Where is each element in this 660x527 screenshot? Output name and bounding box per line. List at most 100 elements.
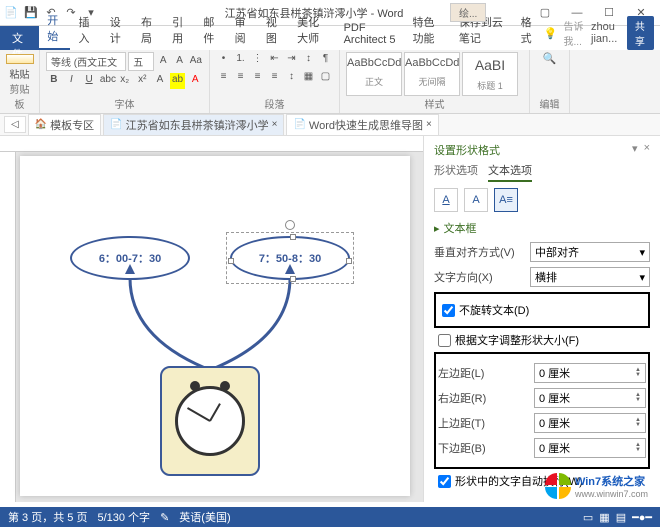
tell-me-input[interactable]: 告诉我... [564, 18, 586, 48]
tab-format[interactable]: 格式 [513, 10, 544, 50]
change-case-icon[interactable]: Aa [189, 54, 203, 70]
style-normal[interactable]: AaBbCcDd正文 [346, 52, 402, 96]
spinner-icon: ▲▼ [635, 443, 641, 453]
shape-oval-2-selected[interactable]: 7：50-8：30 [230, 236, 350, 280]
group-styles: AaBbCcDd正文 AaBbCcDd无间隔 AaBI标题 1 样式 [340, 50, 530, 113]
chevron-down-icon: ▾ [639, 246, 645, 259]
horizontal-ruler[interactable] [0, 136, 423, 152]
shape-oval-1[interactable]: 6：00-7：30 [70, 236, 190, 280]
margin-right-input[interactable]: 0 厘米▲▼ [534, 388, 646, 408]
font-name-select[interactable]: 等线 (西文正文 [46, 52, 126, 71]
resize-handle[interactable] [346, 258, 352, 264]
section-textbox[interactable]: ▸ 文本框 [434, 220, 650, 236]
share-button[interactable]: 共享 [627, 16, 654, 50]
text-effects-pane-icon[interactable]: A [464, 188, 488, 212]
tab-references[interactable]: 引用 [164, 10, 195, 50]
status-spellcheck-icon[interactable]: ✎ [160, 511, 169, 524]
strike-icon[interactable]: abc [99, 73, 115, 89]
tab-insert[interactable]: 插入 [70, 10, 101, 50]
tab-special[interactable]: 特色功能 [404, 10, 450, 50]
tab-review[interactable]: 审阅 [227, 10, 258, 50]
numbering-icon[interactable]: 1. [233, 52, 248, 68]
valign-select[interactable]: 中部对齐▾ [530, 242, 650, 262]
pane-close-icon[interactable]: × [644, 142, 650, 158]
margin-bottom-input[interactable]: 0 厘米▲▼ [534, 438, 646, 458]
tab-home[interactable]: 开始 [39, 8, 70, 50]
styles-label: 样式 [346, 96, 523, 111]
font-size-select[interactable]: 五 [128, 52, 154, 71]
margin-top-input[interactable]: 0 厘米▲▼ [534, 413, 646, 433]
justify-icon[interactable]: ≡ [267, 70, 282, 86]
doc-tab-2[interactable]: 📄 Word快速生成思维导图 × [286, 114, 438, 136]
tab-design[interactable]: 设计 [102, 10, 133, 50]
paste-button[interactable]: 粘贴 [6, 66, 33, 81]
resize-handle[interactable] [290, 276, 296, 282]
grow-font-icon[interactable]: A [156, 54, 170, 70]
view-web-icon[interactable]: ▤ [616, 511, 626, 524]
nav-back-icon[interactable]: ◁ [4, 116, 26, 133]
status-words[interactable]: 5/130 个字 [97, 509, 150, 525]
status-language[interactable]: 英语(美国) [179, 509, 230, 525]
line-spacing-icon[interactable]: ↕ [284, 70, 299, 86]
shading-icon[interactable]: ▦ [301, 70, 316, 86]
checkbox-autofit[interactable] [438, 334, 451, 347]
indent-inc-icon[interactable]: ⇥ [284, 52, 299, 68]
style-heading1[interactable]: AaBI标题 1 [462, 52, 518, 96]
tab-mailings[interactable]: 邮件 [195, 10, 226, 50]
style-nospacing[interactable]: AaBbCcDd无间隔 [404, 52, 460, 96]
text-fill-outline-icon[interactable]: A [434, 188, 458, 212]
doc-tab-1[interactable]: 📄 江苏省如东县栟茶镇浒澪小学 × [103, 114, 284, 136]
textbox-options-icon[interactable]: A≡ [494, 188, 518, 212]
bold-icon[interactable]: B [46, 73, 62, 89]
shape-clock-box[interactable] [160, 366, 260, 476]
font-color-icon[interactable]: A [187, 73, 203, 89]
view-print-icon[interactable]: ▦ [599, 511, 609, 524]
zoom-slider[interactable]: ━●━ [632, 511, 652, 524]
margin-left-input[interactable]: 0 厘米▲▼ [534, 363, 646, 383]
indent-dec-icon[interactable]: ⇤ [267, 52, 282, 68]
shrink-font-icon[interactable]: A [172, 54, 186, 70]
borders-icon[interactable]: ▢ [318, 70, 333, 86]
document-page[interactable]: 6：00-7：30 7：50-8：30 [20, 156, 410, 496]
tab-layout[interactable]: 布局 [133, 10, 164, 50]
user-name[interactable]: zhou jian... [591, 21, 621, 45]
multilevel-icon[interactable]: ⋮ [250, 52, 265, 68]
view-read-icon[interactable]: ▭ [583, 511, 593, 524]
checkbox-no-rotate[interactable] [442, 304, 455, 317]
status-page[interactable]: 第 3 页，共 5 页 [8, 509, 87, 525]
subtab-shape-options[interactable]: 形状选项 [434, 162, 478, 182]
italic-icon[interactable]: I [64, 73, 80, 89]
tab-view[interactable]: 视图 [258, 10, 289, 50]
document-area[interactable]: 6：00-7：30 7：50-8：30 [0, 136, 423, 502]
word-app-icon[interactable]: 📄 [4, 6, 18, 20]
oval1-text: 6：00-7：30 [99, 250, 161, 266]
tell-me-icon[interactable]: 💡 [544, 27, 558, 40]
highlight-icon[interactable]: ab [170, 73, 186, 89]
subscript-icon[interactable]: x₂ [117, 73, 133, 89]
sort-icon[interactable]: ↕ [301, 52, 316, 68]
superscript-icon[interactable]: x² [135, 73, 151, 89]
checkbox-wrap[interactable] [438, 475, 451, 488]
align-center-icon[interactable]: ≡ [233, 70, 248, 86]
bullets-icon[interactable]: • [216, 52, 231, 68]
paste-icon[interactable] [6, 54, 34, 64]
subtab-text-options[interactable]: 文本选项 [488, 162, 532, 182]
tab-beautify[interactable]: 美化大师 [289, 10, 335, 50]
tab-file[interactable]: 文件 [0, 26, 39, 50]
tab-pdf[interactable]: PDF Architect 5 [336, 18, 405, 50]
text-effects-icon[interactable]: A [152, 73, 168, 89]
rotate-handle-icon[interactable] [285, 220, 295, 230]
find-icon[interactable]: 🔍 [536, 52, 563, 65]
save-icon[interactable]: 💾 [24, 6, 38, 20]
group-clipboard: 粘贴 剪贴板 [0, 50, 40, 113]
pane-dropdown-icon[interactable]: ▾ [632, 142, 638, 158]
vertical-ruler[interactable] [0, 152, 16, 502]
resize-handle[interactable] [228, 258, 234, 264]
show-marks-icon[interactable]: ¶ [318, 52, 333, 68]
align-right-icon[interactable]: ≡ [250, 70, 265, 86]
resize-handle[interactable] [290, 234, 296, 240]
doc-tab-template[interactable]: 🏠 模板专区 [28, 114, 101, 136]
align-left-icon[interactable]: ≡ [216, 70, 231, 86]
underline-icon[interactable]: U [81, 73, 97, 89]
textdir-select[interactable]: 横排▾ [530, 267, 650, 287]
